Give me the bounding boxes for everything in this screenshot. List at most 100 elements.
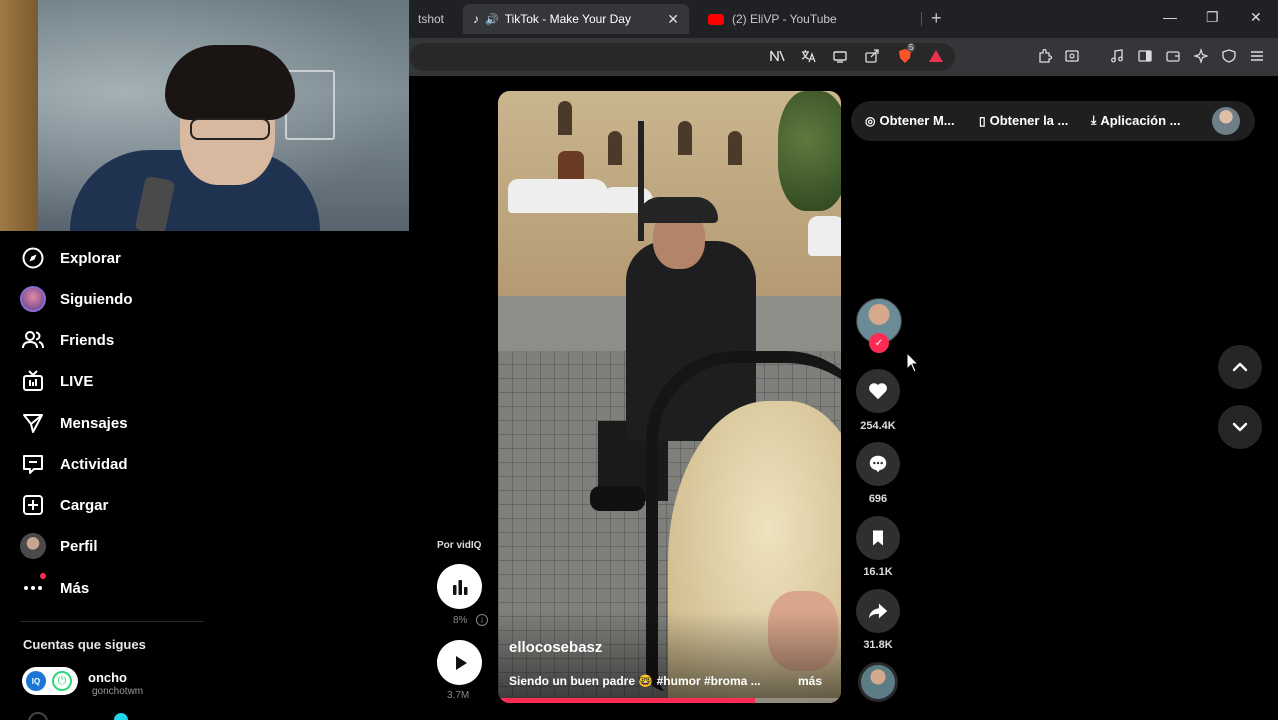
close-tab-icon[interactable]: ✕ <box>667 11 679 28</box>
sidebar-item-label: Explorar <box>60 249 121 267</box>
video-author[interactable]: ellocosebasz <box>509 639 602 656</box>
vidiq-logo-icon: IQ <box>26 671 46 691</box>
video-progress-fill <box>498 698 756 703</box>
like-button[interactable] <box>856 369 900 413</box>
extensions-icon[interactable] <box>1035 46 1055 66</box>
sidebar-item-siguiendo[interactable]: Siguiendo <box>20 284 133 314</box>
sidebar-item-label: LIVE <box>60 372 94 390</box>
get-coins-label: Obtener M... <box>879 113 955 128</box>
view-count: 3.7M <box>447 690 470 701</box>
sidebar-toggle-icon[interactable] <box>1135 46 1155 66</box>
translate-icon[interactable] <box>798 46 818 66</box>
video-car <box>508 179 608 213</box>
vidiq-stats-button[interactable] <box>437 564 482 609</box>
tab-tiktok[interactable]: ♪ 🔊 TikTok - Make Your Day ✕ <box>463 4 689 34</box>
sidebar-item-perfil[interactable]: Perfil <box>20 531 98 561</box>
video-man-cap <box>638 197 718 223</box>
sidebar-item-label: Cargar <box>60 496 109 514</box>
bookmark-icon <box>873 530 883 546</box>
tab-youtube[interactable]: (2) EliVP - YouTube <box>698 4 924 34</box>
sidebar-item-label: Más <box>60 579 90 597</box>
live-tv-icon <box>20 368 46 394</box>
share-count: 31.8K <box>863 639 893 651</box>
friends-icon <box>20 327 46 353</box>
reader-mode-icon[interactable] <box>1062 46 1082 66</box>
vpn-shield-icon[interactable] <box>1219 46 1239 66</box>
video-traffic-pole <box>638 121 644 241</box>
sidebar-item-label: Actividad <box>60 455 128 473</box>
video-building-window <box>608 131 622 165</box>
get-app-button[interactable]: ▯ Obtener la ... <box>979 113 1068 128</box>
info-icon[interactable]: i <box>476 614 488 626</box>
sidebar-item-mensajes[interactable]: Mensajes <box>20 408 128 438</box>
brave-shields-icon[interactable]: 5 <box>895 43 916 66</box>
tab-divider <box>921 12 922 26</box>
save-button[interactable] <box>856 516 900 560</box>
video-man-shoe <box>590 486 645 511</box>
webcam-glasses <box>190 118 270 140</box>
share-page-icon[interactable] <box>862 46 882 66</box>
video-caption: Siendo un buen padre 🤓 #humor #broma ... <box>509 674 761 688</box>
leo-ai-icon[interactable] <box>1191 46 1211 66</box>
followed-account-avatar[interactable] <box>28 712 48 720</box>
brave-rewards-icon[interactable] <box>926 46 946 66</box>
youtube-icon <box>708 13 724 25</box>
activity-icon <box>20 451 46 477</box>
sidebar-item-cargar[interactable]: Cargar <box>20 490 108 520</box>
video-building-window <box>558 101 572 135</box>
sidebar-item-label: Mensajes <box>60 414 128 432</box>
video-player[interactable]: ellocosebasz Siendo un buen padre 🤓 #hum… <box>498 91 841 703</box>
user-avatar[interactable] <box>1212 107 1240 135</box>
minimize-button[interactable]: — <box>1163 9 1177 25</box>
speaker-icon[interactable]: 🔊 <box>485 13 499 26</box>
play-button[interactable] <box>437 640 482 685</box>
sidebar-item-label: Perfil <box>60 537 98 555</box>
music-disc[interactable] <box>858 662 898 702</box>
tab-label: tshot <box>418 12 445 26</box>
comment-icon <box>869 455 887 473</box>
share-button[interactable] <box>856 589 900 633</box>
new-tab-button[interactable]: + <box>931 8 942 29</box>
follow-check-icon[interactable]: ✓ <box>869 333 889 353</box>
video-building-door <box>558 151 584 181</box>
sidebar-item-live[interactable]: LIVE <box>20 366 93 396</box>
previous-video-button[interactable] <box>1218 345 1262 389</box>
webcam-door <box>0 0 38 231</box>
followed-account-name[interactable]: oncho <box>88 670 127 685</box>
power-icon: ⏻ <box>52 671 72 691</box>
menu-icon[interactable] <box>1247 46 1267 66</box>
cast-icon[interactable] <box>830 46 850 66</box>
wallet-icon[interactable] <box>1163 46 1183 66</box>
sidebar-item-explorar[interactable]: Explorar <box>20 243 121 273</box>
chevron-down-icon <box>1232 422 1248 432</box>
upload-plus-icon <box>20 492 46 518</box>
next-video-button[interactable] <box>1218 405 1262 449</box>
sidebar-item-mas[interactable]: Más <box>20 573 89 603</box>
download-app-label: Aplicación ... <box>1100 113 1181 128</box>
media-icon[interactable] <box>1107 46 1127 66</box>
sidebar-item-friends[interactable]: Friends <box>20 325 114 355</box>
following-avatar-icon <box>20 286 46 312</box>
download-app-button[interactable]: ⤓ Aplicación ... <box>1091 113 1181 128</box>
comment-count: 696 <box>868 493 888 505</box>
comment-button[interactable] <box>856 442 900 486</box>
heart-icon <box>869 383 887 400</box>
bar-chart-icon <box>452 579 467 595</box>
send-icon <box>20 410 46 436</box>
mouse-cursor-icon <box>906 352 920 373</box>
coin-icon: ◎ <box>865 113 876 128</box>
tab-label: (2) EliVP - YouTube <box>732 12 837 26</box>
caption-more-link[interactable]: más <box>798 674 822 688</box>
compass-icon <box>20 245 46 271</box>
sidebar-divider <box>20 621 204 622</box>
get-coins-button[interactable]: ◎ Obtener M... <box>865 113 955 128</box>
close-window-button[interactable]: ✕ <box>1250 9 1262 26</box>
vidiq-overlay-badge[interactable]: IQ ⏻ <box>22 667 78 695</box>
live-indicator <box>114 713 128 720</box>
mute-site-icon[interactable] <box>767 46 787 66</box>
vidiq-percent: 8% <box>453 615 468 626</box>
restore-button[interactable]: ❐ <box>1206 9 1219 26</box>
screen: tshot ♪ 🔊 TikTok - Make Your Day ✕ (2) E… <box>0 0 1278 720</box>
profile-avatar-icon <box>20 533 46 559</box>
sidebar-item-actividad[interactable]: Actividad <box>20 449 128 479</box>
